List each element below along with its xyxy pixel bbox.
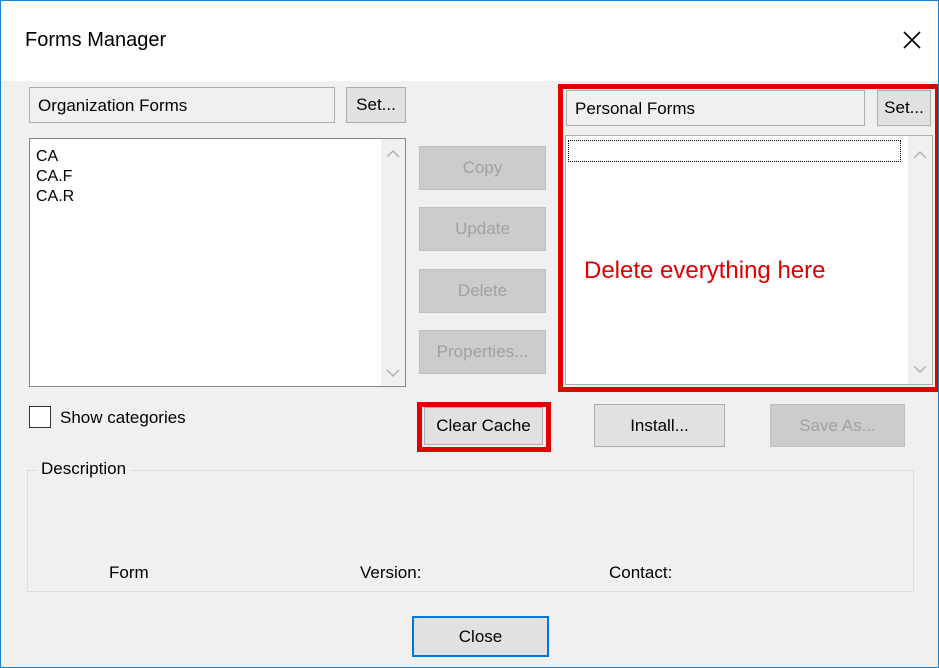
title-bar: Forms Manager <box>1 1 938 81</box>
organization-set-button[interactable]: Set... <box>346 87 406 123</box>
delete-button[interactable]: Delete <box>419 269 546 313</box>
save-as-button[interactable]: Save As... <box>770 404 905 447</box>
close-icon[interactable] <box>895 23 929 57</box>
organization-forms-list[interactable]: CA CA.F CA.R <box>29 138 406 387</box>
form-label: Form <box>109 563 149 582</box>
update-button[interactable]: Update <box>419 207 546 251</box>
organization-forms-field: Organization Forms <box>29 87 335 123</box>
properties-label: Properties... <box>436 342 529 361</box>
properties-button[interactable]: Properties... <box>419 330 546 374</box>
copy-button[interactable]: Copy <box>419 146 546 190</box>
list-item[interactable]: CA.F <box>30 167 405 187</box>
list-item[interactable]: CA <box>30 147 405 167</box>
description-legend: Description <box>37 459 131 479</box>
focus-rectangle <box>568 140 901 162</box>
show-categories-checkbox[interactable] <box>29 406 51 428</box>
copy-label: Copy <box>462 158 503 177</box>
update-label: Update <box>455 219 510 238</box>
scroll-up-icon[interactable] <box>912 150 928 160</box>
clear-cache-button[interactable]: Clear Cache <box>424 407 543 445</box>
organization-set-label: Set... <box>356 95 396 114</box>
delete-label: Delete <box>457 281 508 300</box>
personal-set-label: Set... <box>884 98 924 117</box>
show-categories-label: Show categories <box>60 408 186 427</box>
close-label: Close <box>458 627 503 646</box>
personal-forms-label: Personal Forms <box>575 99 695 118</box>
personal-forms-field: Personal Forms <box>566 90 865 126</box>
contact-label: Contact: <box>609 563 673 582</box>
clear-cache-label: Clear Cache <box>436 416 531 435</box>
list-item[interactable]: CA.R <box>30 187 405 207</box>
install-label: Install... <box>630 416 689 435</box>
scroll-up-icon[interactable] <box>385 149 401 159</box>
scroll-down-icon[interactable] <box>912 364 928 374</box>
window-title: Forms Manager <box>25 29 167 51</box>
version-label: Version: <box>360 563 422 582</box>
personal-scrollbar[interactable] <box>908 136 932 384</box>
organization-scrollbar[interactable] <box>381 139 405 386</box>
save-as-label: Save As... <box>799 416 876 435</box>
close-button[interactable]: Close <box>412 616 549 657</box>
organization-items: CA CA.F CA.R <box>30 139 405 207</box>
personal-set-button[interactable]: Set... <box>877 90 931 126</box>
organization-forms-label: Organization Forms <box>38 96 188 115</box>
scroll-down-icon[interactable] <box>385 368 401 378</box>
install-button[interactable]: Install... <box>594 404 725 447</box>
forms-manager-dialog: Forms Manager Organization Forms Set... … <box>0 0 939 668</box>
description-group <box>27 470 914 592</box>
annotation-note: Delete everything here <box>584 257 826 284</box>
